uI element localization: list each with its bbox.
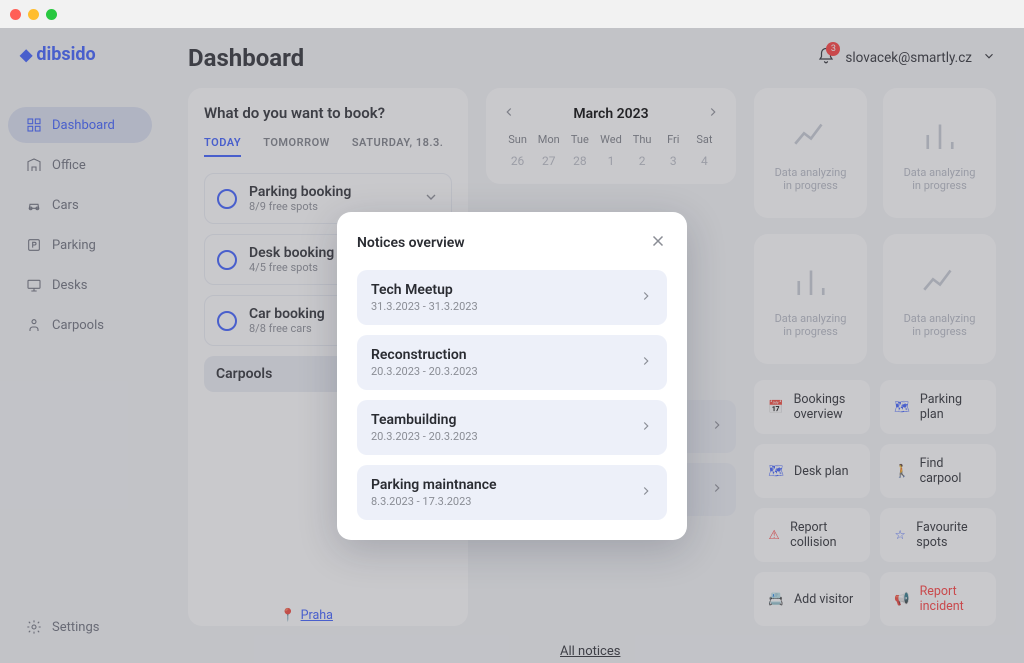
booking-heading: What do you want to book? — [204, 104, 452, 122]
modal-title: Notices overview — [357, 235, 465, 251]
qa-find-carpool[interactable]: 🚶Find carpool — [880, 444, 996, 498]
map-icon: 🗺 — [768, 463, 784, 479]
calendar-dow: SunMonTueWedThuFriSat — [502, 133, 720, 146]
qa-report-incident[interactable]: 📢Report incident — [880, 572, 996, 626]
calendar-icon: 📅 — [768, 399, 784, 415]
notice-item[interactable]: Reconstruction20.3.2023 - 20.3.2023 — [357, 335, 667, 390]
bar-chart-icon — [790, 260, 832, 302]
sidebar-item-label: Dashboard — [52, 118, 115, 133]
chevron-down-icon — [423, 189, 439, 209]
calendar-days: 2627281234 — [502, 154, 720, 168]
megaphone-icon: 📢 — [894, 591, 910, 607]
notice-item[interactable]: Parking maintnance8.3.2023 - 17.3.2023 — [357, 465, 667, 520]
brand-name: dibsido — [36, 44, 95, 65]
booking-item-title: Parking booking — [249, 184, 411, 200]
qa-report-collision[interactable]: ⚠Report collision — [754, 508, 870, 562]
page-title: Dashboard — [188, 44, 304, 72]
bell-icon[interactable]: 3 — [817, 47, 835, 69]
chevron-down-icon — [982, 49, 996, 67]
brand-logo[interactable]: ◆ dibsido — [0, 44, 160, 65]
sidebar-item-label: Desks — [52, 278, 87, 293]
notification-badge: 3 — [826, 42, 840, 56]
sidebar-item-parking[interactable]: Parking — [8, 227, 152, 263]
calendar-day[interactable]: 28 — [564, 154, 595, 168]
all-notices-link[interactable]: All notices — [560, 644, 620, 659]
radio-unchecked-icon — [217, 250, 237, 270]
car-icon — [26, 197, 42, 213]
tab-tomorrow[interactable]: TOMORROW — [263, 136, 330, 157]
user-menu[interactable]: 3 slovacek@smartly.cz — [817, 47, 996, 69]
calendar-day[interactable]: 4 — [689, 154, 720, 168]
dashboard-icon — [26, 117, 42, 133]
chevron-right-icon — [710, 417, 724, 436]
stat-card: Data analyzing in progress — [754, 88, 867, 218]
radio-unchecked-icon — [217, 311, 237, 331]
carpool-icon — [26, 317, 42, 333]
gear-icon — [26, 619, 42, 635]
calendar-day[interactable]: 1 — [595, 154, 626, 168]
pin-icon: 📍 — [280, 608, 296, 623]
location-label: Praha — [301, 608, 333, 623]
parking-icon — [26, 237, 42, 253]
calendar-day[interactable]: 2 — [627, 154, 658, 168]
calendar-card: March 2023 SunMonTueWedThuFriSat 2627281… — [486, 88, 736, 184]
sidebar: ◆ dibsido Dashboard Office Cars Parking … — [0, 28, 160, 663]
notice-item[interactable]: Tech Meetup31.3.2023 - 31.3.2023 — [357, 270, 667, 325]
close-icon[interactable] — [649, 232, 667, 254]
qa-favourite-spots[interactable]: ☆Favourite spots — [880, 508, 996, 562]
minimize-window-dot[interactable] — [28, 9, 39, 20]
sidebar-item-carpools[interactable]: Carpools — [8, 307, 152, 343]
sidebar-item-label: Carpools — [52, 318, 104, 333]
sidebar-item-label: Office — [52, 158, 86, 173]
notice-item[interactable]: Teambuilding20.3.2023 - 20.3.2023 — [357, 400, 667, 455]
maximize-window-dot[interactable] — [46, 9, 57, 20]
sidebar-item-desks[interactable]: Desks — [8, 267, 152, 303]
stat-card: Data analyzing in progress — [754, 234, 867, 364]
stat-card: Data analyzing in progress — [883, 234, 996, 364]
star-icon: ☆ — [894, 527, 906, 543]
calendar-day[interactable]: 3 — [658, 154, 689, 168]
qa-parking-plan[interactable]: 🗺Parking plan — [880, 380, 996, 434]
sidebar-item-cars[interactable]: Cars — [8, 187, 152, 223]
desk-icon — [26, 277, 42, 293]
sidebar-item-office[interactable]: Office — [8, 147, 152, 183]
location-selector[interactable]: 📍 Praha — [280, 608, 333, 623]
qa-add-visitor[interactable]: 📇Add visitor — [754, 572, 870, 626]
qa-bookings-overview[interactable]: 📅Bookings overview — [754, 380, 870, 434]
line-chart-icon — [919, 260, 961, 302]
visitor-icon: 📇 — [768, 591, 784, 607]
person-icon: 🚶 — [894, 463, 910, 479]
user-email: slovacek@smartly.cz — [845, 50, 972, 66]
line-chart-icon — [790, 114, 832, 156]
radio-unchecked-icon — [217, 189, 237, 209]
chevron-right-icon — [639, 483, 653, 502]
chevron-right-icon — [639, 418, 653, 437]
sidebar-item-settings[interactable]: Settings — [8, 609, 152, 645]
map-icon: 🗺 — [894, 399, 910, 415]
qa-desk-plan[interactable]: 🗺Desk plan — [754, 444, 870, 498]
office-icon — [26, 157, 42, 173]
chevron-right-icon — [710, 480, 724, 499]
calendar-day[interactable]: 27 — [533, 154, 564, 168]
sidebar-item-dashboard[interactable]: Dashboard — [8, 107, 152, 143]
chevron-right-icon — [639, 288, 653, 307]
notices-modal: Notices overview Tech Meetup31.3.2023 - … — [337, 212, 687, 540]
calendar-day[interactable]: 26 — [502, 154, 533, 168]
sidebar-item-label: Settings — [52, 620, 99, 635]
calendar-prev-button[interactable] — [502, 104, 516, 123]
tab-saturday[interactable]: SATURDAY, 18.3. — [352, 136, 444, 157]
booking-tabs: TODAY TOMORROW SATURDAY, 18.3. — [204, 136, 452, 157]
close-window-dot[interactable] — [10, 9, 21, 20]
window-titlebar — [0, 0, 1024, 28]
alert-icon: ⚠ — [768, 527, 780, 543]
sidebar-item-label: Cars — [52, 198, 79, 213]
calendar-month: March 2023 — [573, 106, 648, 122]
calendar-next-button[interactable] — [706, 104, 720, 123]
tab-today[interactable]: TODAY — [204, 136, 241, 157]
stat-card: Data analyzing in progress — [883, 88, 996, 218]
logo-mark-icon: ◆ — [20, 45, 32, 64]
chevron-right-icon — [639, 353, 653, 372]
bar-chart-icon — [919, 114, 961, 156]
sidebar-item-label: Parking — [52, 238, 96, 253]
